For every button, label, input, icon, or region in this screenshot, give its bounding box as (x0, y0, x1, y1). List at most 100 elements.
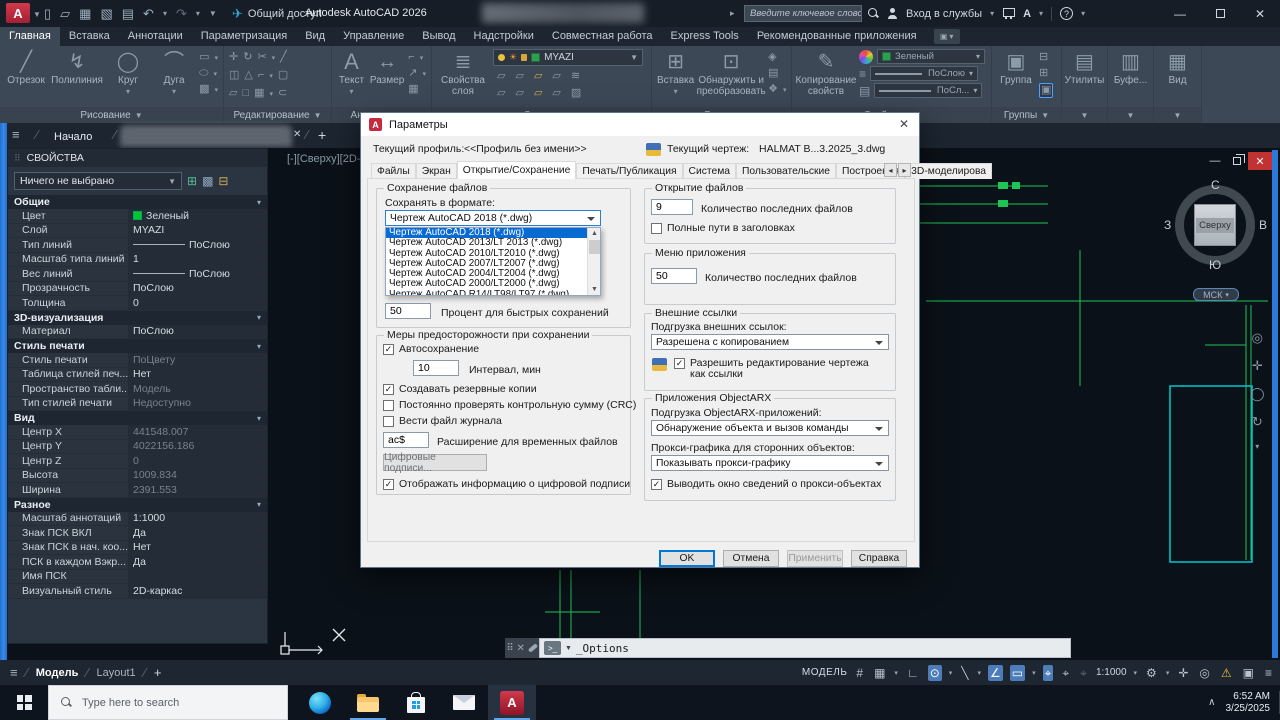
scroll-thumb[interactable] (589, 240, 600, 254)
property-row[interactable]: Ширина2391.553 (8, 483, 267, 498)
ribbon-tab-7[interactable]: Вывод (413, 27, 464, 46)
polyline-button[interactable]: ↯Полилиния (51, 49, 103, 86)
property-row[interactable]: Знак ПСК в нач. коо...Нет (8, 541, 267, 556)
attributes-icon[interactable]: ❖ (768, 83, 778, 96)
copy-icon[interactable]: ◫ (229, 69, 239, 82)
options-tab-6[interactable]: Пользовательские (736, 163, 836, 179)
tab-drawing-blurred[interactable] (120, 125, 292, 147)
full-path-checkbox[interactable]: Полные пути в заголовках (651, 223, 795, 234)
autosave-interval-field[interactable]: 10 (413, 360, 459, 376)
explode-icon[interactable]: ▢ (278, 69, 288, 82)
chevron-down-icon[interactable]: ▾ (990, 9, 994, 18)
proxy-combo[interactable]: Показывать прокси-графику (651, 455, 889, 471)
erase-icon[interactable]: ╱ (280, 51, 287, 64)
selection-combo[interactable]: Ничего не выбрано ▼ (14, 172, 182, 190)
trim-icon[interactable]: ✂ (257, 51, 266, 64)
text-button[interactable]: AТекст▾ (337, 49, 366, 97)
palette-anchor-strip[interactable] (0, 123, 7, 660)
create-block-icon[interactable]: ◈ (768, 51, 776, 64)
command-input[interactable]: >_ ▼ _Options (539, 638, 1071, 658)
options-tab-3[interactable]: Открытие/Сохранение (457, 161, 577, 179)
ribbon-tab-10[interactable]: Express Tools (662, 27, 748, 46)
ribbon-tab-6[interactable]: Управление (334, 27, 413, 46)
object-snap-icon[interactable]: ⌖ (1043, 665, 1054, 681)
property-row[interactable]: ПСК в каждом Вэкр...Да (8, 555, 267, 570)
options-tab-8[interactable]: 3D-моделирова (905, 163, 992, 179)
property-row[interactable]: Высота1009.834 (8, 469, 267, 484)
property-row[interactable]: Таблица стилей печ...Нет (8, 368, 267, 383)
property-row[interactable]: Вес линийПоСлою (8, 267, 267, 282)
property-row[interactable]: Пространство табли...Модель (8, 382, 267, 397)
autosave-checkbox[interactable]: ✓ Автосохранение (383, 344, 479, 355)
ribbon-tab-1[interactable]: Главная (0, 27, 60, 46)
zoom-icon[interactable]: ◯ (1250, 386, 1265, 402)
temp-ext-field[interactable]: ac$ (383, 432, 429, 448)
group-edit-icon[interactable]: ⊞ (1039, 67, 1048, 80)
layer-off-icon[interactable]: ▱ (497, 70, 505, 83)
ribbon-tab-11[interactable]: Рекомендованные приложения (748, 27, 926, 46)
layer-properties-button[interactable]: ≣Свойства слоя (437, 49, 489, 97)
help-button[interactable]: Справка (851, 550, 907, 567)
ribbon-tab-3[interactable]: Аннотации (119, 27, 192, 46)
store-cart-icon[interactable] (1002, 8, 1015, 19)
annotation-scale[interactable]: 1:1000 (1096, 667, 1127, 678)
options-tab-5[interactable]: Система (683, 163, 736, 179)
property-section-header[interactable]: Вид▾ (8, 411, 267, 425)
taskbar-edge-button[interactable] (296, 685, 344, 720)
taskbar-store-button[interactable] (392, 685, 440, 720)
redo-caret-icon[interactable]: ▾ (196, 9, 200, 18)
crc-checkbox[interactable]: Постоянно проверять контрольную сумму (C… (383, 400, 636, 411)
viewcube[interactable]: С З В Ю Сверху (1172, 182, 1258, 268)
select-objects-icon[interactable]: ▩ (202, 174, 213, 188)
tray-expand-icon[interactable]: ∧ (1208, 697, 1215, 708)
autodesk-app-icon[interactable]: A (1023, 8, 1031, 20)
quick-save-percent-field[interactable]: 50 (385, 303, 431, 319)
panel-utilities-label[interactable]: ▼ (1062, 107, 1107, 123)
property-row[interactable]: Толщина0 (8, 296, 267, 311)
format-option-6[interactable]: Чертеж AutoCAD 2000/LT2000 (*.dwg) (386, 279, 587, 289)
property-section-header[interactable]: Разное▾ (8, 498, 267, 512)
xref-demand-combo[interactable]: Разрешена с копированием (651, 334, 889, 350)
group-select-icon[interactable]: ▣ (1039, 83, 1053, 98)
property-row[interactable]: Знак ПСК ВКЛДа (8, 526, 267, 541)
object-snap-3d-icon[interactable]: ⌖ (1078, 665, 1089, 681)
tab-start[interactable]: Начало (44, 126, 102, 148)
signature-info-checkbox[interactable]: ✓ Отображать информацию о цифровой подпи… (383, 479, 630, 490)
utilities-button[interactable]: ▤Утилиты (1065, 49, 1105, 86)
panel-edit-label[interactable]: Редактирование▼ (224, 107, 331, 123)
menu-icon[interactable]: ≡ (12, 127, 20, 142)
dynamic-input-icon[interactable]: ▭ (1010, 665, 1025, 681)
close-icon[interactable]: ✕ (516, 643, 524, 654)
property-row[interactable]: Тип линийПоСлою (8, 238, 267, 253)
layer-match-icon[interactable]: ≋ (571, 70, 580, 83)
ribbon-tab-4[interactable]: Параметризация (192, 27, 296, 46)
panel-view-label[interactable]: ▼ (1154, 107, 1201, 123)
log-file-checkbox[interactable]: Вести файл журнала (383, 416, 502, 427)
gear-icon[interactable]: ⚙ (1144, 665, 1159, 681)
graphics-warning-icon[interactable]: ⚠ (1219, 665, 1234, 681)
fillet-icon[interactable]: ⌐ (258, 69, 264, 82)
chevron-down-icon[interactable]: ▾ (1134, 669, 1138, 677)
object-snap-2d-icon[interactable]: ⌖ (1060, 665, 1071, 681)
property-row[interactable]: ЦветЗеленый (8, 209, 267, 224)
wrench-icon[interactable] (527, 643, 537, 652)
new-layout-icon[interactable]: + (154, 665, 162, 680)
taskbar-autocad-button[interactable]: A (488, 685, 536, 720)
chevron-down-icon[interactable]: ▾ (894, 669, 898, 677)
model-space-indicator[interactable]: МОДЕЛЬ (802, 667, 847, 678)
toggle-pickadd-icon[interactable]: ⊞ (187, 174, 197, 188)
doc-restore-button[interactable] (1226, 152, 1248, 170)
multileader-icon[interactable]: ↗ (408, 67, 417, 80)
ribbon-options-icon[interactable]: ▣▾ (934, 29, 960, 44)
customization-icon[interactable]: ≡ (1263, 665, 1274, 681)
table-icon[interactable]: ▦ (408, 83, 418, 96)
chevron-down-icon[interactable]: ▾ (1166, 669, 1170, 677)
search-icon[interactable] (868, 8, 879, 19)
digital-signatures-button[interactable]: Цифровые подписи... (383, 454, 487, 471)
property-row[interactable]: Центр Y4022156.186 (8, 440, 267, 455)
move-icon[interactable]: ✛ (229, 51, 238, 64)
grid-icon[interactable]: # (854, 665, 865, 681)
taskbar-mail-button[interactable] (440, 685, 488, 720)
property-row[interactable]: Масштаб аннотаций1:1000 (8, 512, 267, 527)
lineweight-combo[interactable]: ПоСлою▾ (870, 66, 978, 81)
